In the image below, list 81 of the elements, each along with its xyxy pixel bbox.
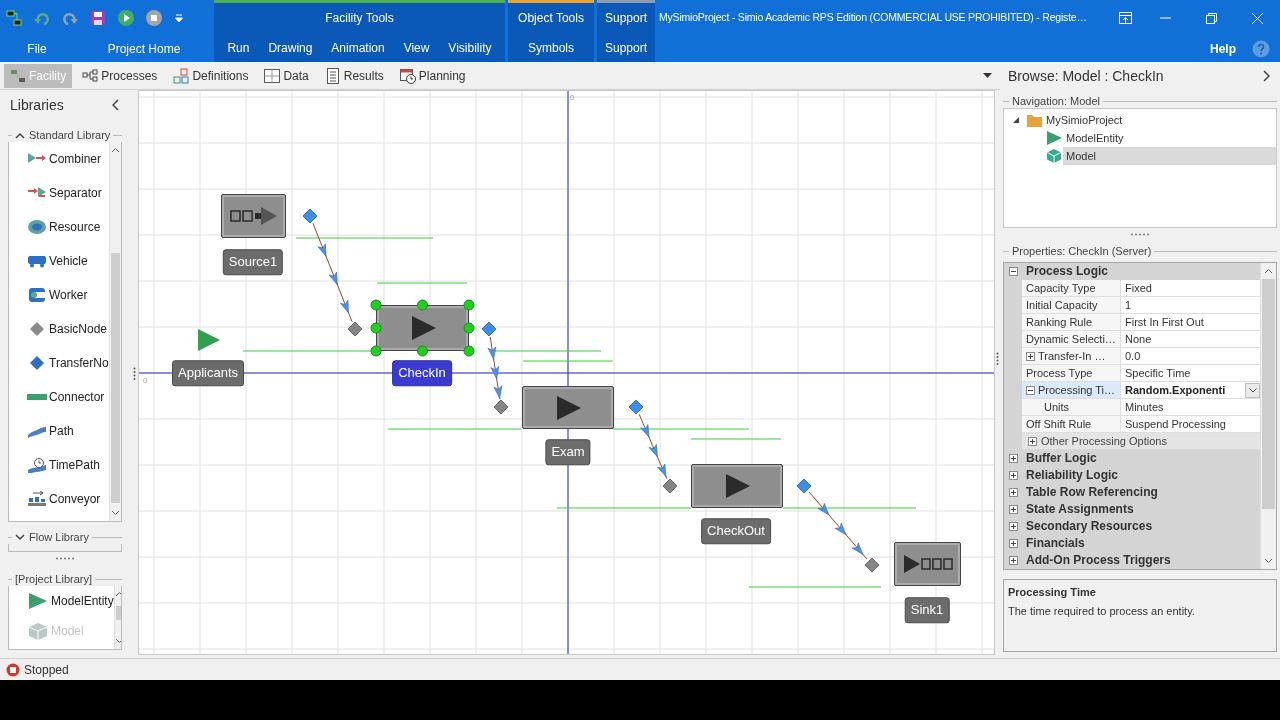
library-group-header[interactable]: Flow Library <box>15 528 89 546</box>
ribbon-tab[interactable]: Project Home <box>74 37 214 61</box>
group-title: [Project Library] <box>15 571 93 587</box>
axis-label: 0 <box>143 376 148 385</box>
property-value[interactable]: 1 <box>1121 297 1260 314</box>
object-label: Applicants <box>172 360 244 386</box>
ribbon-tab[interactable]: File <box>0 37 74 61</box>
library-item[interactable]: Resource <box>9 210 109 244</box>
context-group-title: Support <box>605 10 647 27</box>
library-group-header[interactable]: Standard Library <box>15 126 111 144</box>
library-item[interactable]: TransferNo <box>9 346 109 380</box>
window-title: MySimioProject - Simio Academic RPS Edition (COMMERCIAL USE PROHIBITED) - Registe… <box>659 10 1087 26</box>
group-title: Navigation: Model <box>1012 93 1101 109</box>
category-header[interactable]: Reliability Logic <box>1022 467 1118 484</box>
context-group-title: Object Tools <box>518 10 584 27</box>
subgroup-label: Other Processing Options <box>1041 433 1167 449</box>
category-header[interactable]: Table Row Referencing <box>1022 484 1158 501</box>
library-item[interactable]: Connector <box>9 380 109 414</box>
property-value[interactable]: Minutes <box>1121 399 1260 416</box>
property-value[interactable]: 0.0 <box>1121 348 1260 365</box>
context-group-title: Facility Tools <box>325 10 394 27</box>
help-button[interactable]: Help <box>1210 40 1236 58</box>
object-label: CheckIn <box>392 360 452 386</box>
tree-item[interactable]: MySimioProject <box>1043 111 1276 129</box>
object-label: Source1 <box>222 249 284 275</box>
ribbon-tab[interactable]: Animation <box>328 35 388 60</box>
property-name[interactable]: Ranking Rule <box>1022 314 1121 331</box>
property-name[interactable]: Dynamic Selecti… <box>1022 331 1121 348</box>
category-header[interactable]: Financials <box>1022 535 1085 552</box>
subgroup-row[interactable]: Other Processing Options <box>1022 433 1260 450</box>
document-tab[interactable]: Results <box>318 63 390 88</box>
category-header[interactable]: Secondary Resources <box>1022 518 1153 535</box>
category-header[interactable]: State Assignments <box>1022 501 1134 518</box>
property-name-cell[interactable]: Processing Ti… <box>1022 382 1121 399</box>
library-item[interactable]: Worker <box>9 278 109 312</box>
library-item[interactable]: Combiner <box>9 142 109 176</box>
property-value[interactable]: Specific Time <box>1121 365 1260 382</box>
description-text: The time required to process an entity. <box>1008 603 1196 619</box>
document-tab[interactable]: Definitions <box>167 63 255 88</box>
library-item[interactable]: Separator <box>9 176 109 210</box>
tree-item[interactable]: Model <box>1063 147 1276 165</box>
ribbon-tab[interactable]: Support <box>602 35 650 60</box>
library-item[interactable]: Path <box>9 414 109 448</box>
property-name[interactable]: Off Shift Rule <box>1022 416 1121 433</box>
category-header[interactable]: Process Logic <box>1022 263 1109 280</box>
ribbon-tab[interactable]: Run <box>224 35 253 60</box>
object-label: CheckOut <box>701 518 771 544</box>
property-name[interactable]: Capacity Type <box>1022 280 1121 297</box>
library-item[interactable]: BasicNode <box>9 312 109 346</box>
description-title: Processing Time <box>1008 585 1097 600</box>
category-header[interactable]: Buffer Logic <box>1022 450 1097 467</box>
property-value[interactable]: Fixed <box>1121 280 1260 297</box>
ribbon-tab[interactable]: Drawing <box>265 35 316 60</box>
property-name: Processing Ti… <box>1038 382 1116 398</box>
status-text: Stopped <box>24 661 69 679</box>
property-value[interactable]: Suspend Processing <box>1121 416 1260 433</box>
library-item[interactable]: TimePath <box>9 448 109 482</box>
library-item[interactable]: ModelEntity <box>9 586 114 616</box>
object-label: Exam <box>545 439 591 465</box>
document-tab[interactable]: Data <box>258 63 315 88</box>
property-name[interactable]: Process Type <box>1022 365 1121 382</box>
property-name[interactable]: Units <box>1022 399 1121 416</box>
document-tab[interactable]: Processes <box>76 63 164 88</box>
document-tab[interactable]: Planning <box>393 63 472 88</box>
property-value[interactable]: First In First Out <box>1121 314 1260 331</box>
category-header[interactable]: Add-On Process Triggers <box>1022 552 1171 569</box>
ribbon-tab[interactable]: View <box>400 35 433 60</box>
ribbon-tab[interactable]: Symbols <box>525 35 577 60</box>
property-name[interactable]: Initial Capacity <box>1022 297 1121 314</box>
panel-title: Browse: Model : CheckIn <box>1008 66 1164 86</box>
property-name: Transfer-In … <box>1038 348 1106 364</box>
panel-title: Libraries <box>10 95 64 115</box>
tree-item[interactable]: ModelEntity <box>1063 129 1276 147</box>
axis-label: 0 <box>570 93 575 102</box>
object-label: Sink1 <box>904 597 950 623</box>
library-item[interactable]: Vehicle <box>9 244 109 278</box>
property-value[interactable]: None <box>1121 331 1260 348</box>
property-name-cell[interactable]: Transfer-In … <box>1022 348 1121 365</box>
group-title: Properties: CheckIn (Server) <box>1012 243 1152 259</box>
ribbon-tab[interactable]: Visibility <box>445 35 495 60</box>
library-item[interactable]: Conveyor <box>9 482 109 516</box>
